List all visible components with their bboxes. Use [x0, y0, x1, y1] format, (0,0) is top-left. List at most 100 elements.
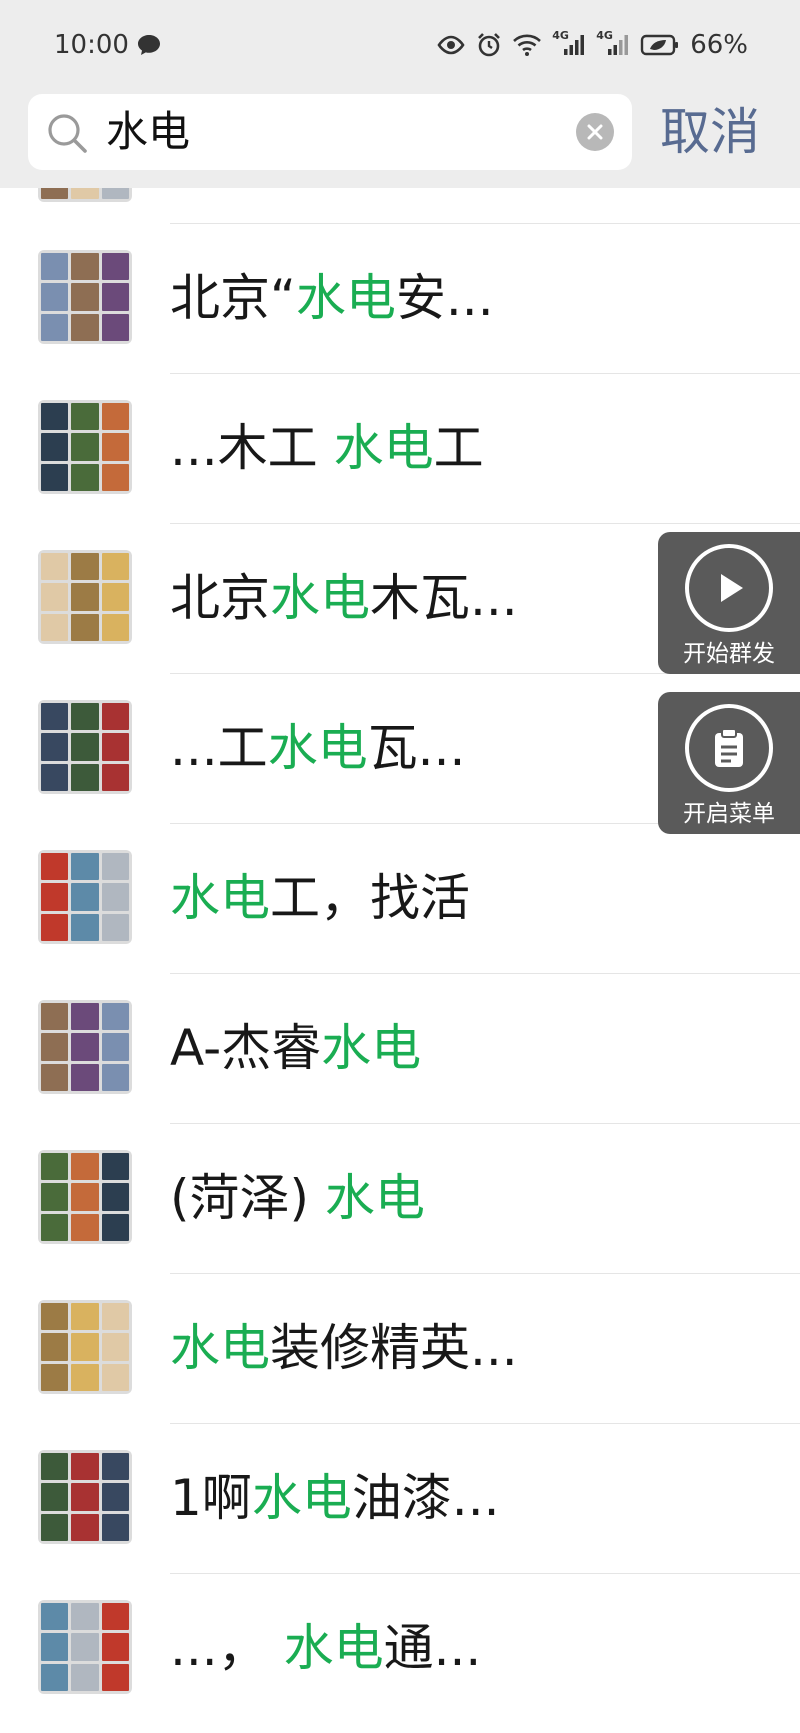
avatar-tile — [71, 1483, 99, 1511]
match-highlight: 水电 — [267, 719, 368, 777]
row-divider — [170, 1423, 800, 1424]
avatar-tile — [41, 853, 69, 881]
avatar-tile — [71, 1153, 99, 1181]
avatar-tile — [71, 583, 99, 611]
wifi-icon — [512, 33, 542, 57]
avatar-tile — [41, 463, 69, 491]
avatar-tile — [41, 703, 69, 731]
match-highlight: 水电 — [270, 569, 370, 627]
avatar-tile — [71, 1003, 99, 1031]
network-type-label: 4G — [552, 29, 569, 42]
match-highlight: 水电 — [295, 269, 396, 327]
search-results-list: 北京“水电安... ...木工 水电工 北京水电木瓦... ...工水电瓦... 水电工… — [0, 188, 800, 1733]
clipboard-icon — [685, 704, 773, 792]
avatar-tile — [41, 1333, 69, 1361]
avatar-tile — [71, 1063, 99, 1091]
name-suffix: 安... — [395, 269, 494, 327]
signal-icon-2: 4G — [596, 29, 630, 57]
open-menu-label: 开启菜单 — [683, 801, 775, 827]
avatar-tile — [41, 1483, 69, 1511]
list-item[interactable]: 水电装修精英... — [0, 1273, 800, 1423]
list-item[interactable]: ...， 水电通... — [0, 1573, 800, 1723]
battery-saver-icon — [640, 33, 680, 57]
avatar-tile — [41, 283, 69, 311]
group-avatar — [38, 1450, 132, 1544]
avatar-tile — [71, 1513, 99, 1541]
avatar-tile — [101, 1453, 129, 1481]
avatar-tile — [41, 1663, 69, 1691]
avatar-tile — [71, 553, 99, 581]
avatar-tile — [71, 1033, 99, 1061]
list-item[interactable]: 水电工，找活 — [0, 823, 800, 973]
avatar-tile — [101, 703, 129, 731]
start-broadcast-label: 开始群发 — [683, 641, 775, 667]
avatar-tile — [41, 1153, 69, 1181]
close-icon — [587, 124, 603, 140]
avatar-tile — [101, 188, 129, 199]
status-time: 10:00 — [54, 30, 129, 60]
list-item[interactable]: ...木工 水电工 — [0, 373, 800, 523]
avatar-tile — [101, 553, 129, 581]
avatar-tile — [101, 1663, 129, 1691]
group-name: 水电工，找活 — [170, 863, 470, 933]
avatar-tile — [101, 283, 129, 311]
avatar-tile — [71, 913, 99, 941]
open-menu-button[interactable]: 开启菜单 — [658, 692, 800, 834]
avatar-tile — [41, 553, 69, 581]
avatar-tile — [101, 853, 129, 881]
row-divider — [170, 373, 800, 374]
avatar-tile — [71, 188, 99, 199]
list-item[interactable]: 北京“水电安... — [0, 223, 800, 373]
avatar-tile — [41, 883, 69, 911]
avatar-tile — [101, 733, 129, 761]
group-name: 北京水电木瓦... — [170, 563, 518, 633]
clear-search-button[interactable] — [576, 113, 614, 151]
group-avatar — [38, 700, 132, 794]
avatar-tile — [41, 733, 69, 761]
avatar-tile — [71, 403, 99, 431]
cancel-button[interactable]: 取消 — [660, 94, 760, 170]
avatar-tile — [41, 1033, 69, 1061]
list-item[interactable]: A-杰睿水电 — [0, 973, 800, 1123]
group-avatar — [38, 1300, 132, 1394]
avatar-tile — [71, 1213, 99, 1241]
avatar-tile — [41, 433, 69, 461]
row-divider — [170, 1573, 800, 1574]
avatar-tile — [71, 763, 99, 791]
avatar-tile — [71, 883, 99, 911]
list-item-partial[interactable] — [0, 188, 800, 218]
avatar-tile — [71, 703, 99, 731]
search-query[interactable]: 水电 — [106, 108, 190, 156]
avatar-tile — [41, 1633, 69, 1661]
start-broadcast-button[interactable]: 开始群发 — [658, 532, 800, 674]
status-left: 10:00 — [54, 30, 161, 60]
group-name: 北京“水电安... — [170, 263, 494, 333]
group-name: ...， 水电通... — [170, 1613, 481, 1683]
avatar-tile — [41, 1063, 69, 1091]
name-prefix: 1啊 — [170, 1469, 252, 1527]
name-suffix: 通... — [383, 1619, 482, 1677]
avatar-tile — [71, 313, 99, 341]
avatar-tile — [101, 1363, 129, 1391]
signal-icon-1: 4G — [552, 29, 586, 57]
list-item[interactable]: 1啊水电油漆... — [0, 1423, 800, 1573]
group-name: ...工水电瓦... — [170, 713, 465, 783]
match-highlight: 水电 — [170, 869, 270, 927]
name-prefix: 北京“ — [170, 269, 296, 327]
avatar-tile — [71, 253, 99, 281]
search-input[interactable]: 水电 — [28, 94, 632, 170]
play-icon — [685, 544, 773, 632]
avatar-tile — [71, 1663, 99, 1691]
avatar-tile — [41, 913, 69, 941]
avatar-tile — [101, 1633, 129, 1661]
avatar-tile — [41, 403, 69, 431]
group-name: 水电装修精英... — [170, 1313, 518, 1383]
list-item[interactable]: (菏泽) 水电 — [0, 1123, 800, 1273]
group-avatar — [38, 550, 132, 644]
name-prefix: A-杰睿 — [170, 1019, 322, 1077]
group-avatar — [38, 400, 132, 494]
avatar-tile — [101, 403, 129, 431]
name-prefix: (菏泽) — [170, 1169, 325, 1227]
group-name: 1啊水电油漆... — [170, 1463, 500, 1533]
name-suffix: 工，找活 — [270, 869, 470, 927]
